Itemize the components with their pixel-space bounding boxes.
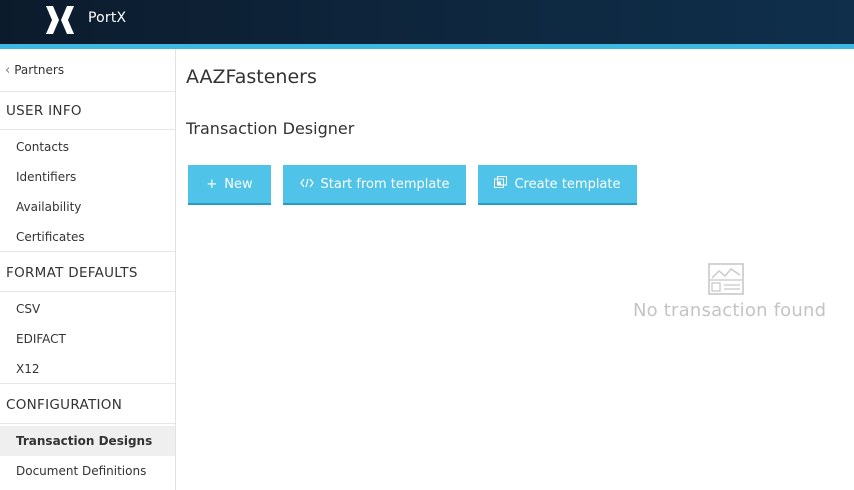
plus-icon: +: [206, 176, 218, 192]
sidebar-item-identifiers[interactable]: Identifiers: [0, 162, 175, 192]
new-button-label: New: [224, 176, 253, 192]
section-format-defaults: FORMAT DEFAULTS: [0, 254, 175, 292]
new-button[interactable]: + New: [188, 165, 271, 205]
brand-name: PortX: [88, 10, 127, 26]
back-to-partners-link[interactable]: ‹ Partners: [0, 49, 175, 92]
start-from-template-label: Start from template: [320, 176, 450, 192]
back-label: Partners: [14, 63, 65, 77]
image-placeholder-icon: [708, 263, 744, 295]
section-user-info: USER INFO: [0, 92, 175, 130]
code-icon: [299, 177, 314, 192]
create-template-label: Create template: [514, 176, 621, 192]
section-heading: Transaction Designer: [186, 119, 355, 138]
sidebar-item-availability[interactable]: Availability: [0, 192, 175, 222]
top-bar: PortX: [0, 0, 854, 44]
sidebar-item-transaction-designs[interactable]: Transaction Designs: [0, 426, 175, 456]
sidebar-item-csv[interactable]: CSV: [0, 294, 175, 324]
sidebar: ‹ Partners USER INFO Contacts Identifier…: [0, 49, 176, 490]
sidebar-item-document-definitions[interactable]: Document Definitions: [0, 456, 175, 486]
empty-state-text: No transaction found: [633, 300, 827, 321]
page-title: AAZFasteners: [186, 66, 317, 88]
create-template-button[interactable]: Create template: [478, 165, 637, 205]
sidebar-item-x12[interactable]: X12: [0, 354, 175, 384]
portx-logo-icon[interactable]: [44, 4, 76, 36]
chevron-left-icon: ‹: [5, 62, 11, 78]
sidebar-item-edifact[interactable]: EDIFACT: [0, 324, 175, 354]
start-from-template-button[interactable]: Start from template: [283, 165, 466, 205]
section-configuration: CONFIGURATION: [0, 386, 175, 424]
sidebar-item-contacts[interactable]: Contacts: [0, 132, 175, 162]
copy-template-icon: [494, 176, 508, 192]
sidebar-item-certificates[interactable]: Certificates: [0, 222, 175, 252]
